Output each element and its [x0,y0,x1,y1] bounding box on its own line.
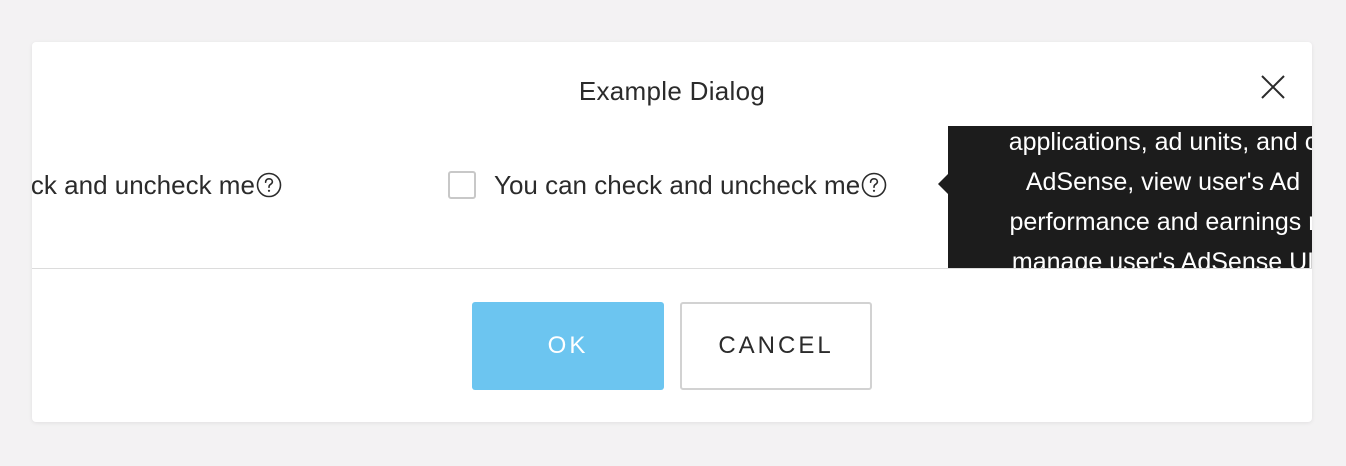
help-circle-icon[interactable] [861,172,887,198]
cancel-button[interactable]: CANCEL [680,302,872,390]
checkbox-row: heck and uncheck me [32,168,282,202]
tooltip-line: applications, ad units, and c [1008,128,1312,156]
dialog-body: heck and uncheck me You can check and un… [32,126,1312,268]
dialog-footer: OK CANCEL [32,269,1312,422]
tooltip-line: AdSense, view user's Ad [1025,168,1301,196]
dialog: Example Dialog heck and uncheck me You c… [32,42,1312,422]
ok-button[interactable]: OK [472,302,664,390]
checkbox-label[interactable]: You can check and uncheck me [494,170,860,201]
tooltip: applications, ad units, and c AdSense, v… [948,126,1312,268]
tooltip-line: manage user's AdSense UI [1011,248,1312,268]
dialog-title: Example Dialog [578,76,766,106]
tooltip-line: performance and earnings r [1009,208,1312,236]
checkbox-label[interactable]: heck and uncheck me [32,170,255,201]
tooltip-arrow [938,174,948,194]
close-button[interactable] [1258,72,1288,102]
help-circle-icon[interactable] [256,172,282,198]
close-icon [1261,75,1285,99]
checkbox-row: You can check and uncheck me [448,168,887,202]
checkbox[interactable] [448,171,476,199]
